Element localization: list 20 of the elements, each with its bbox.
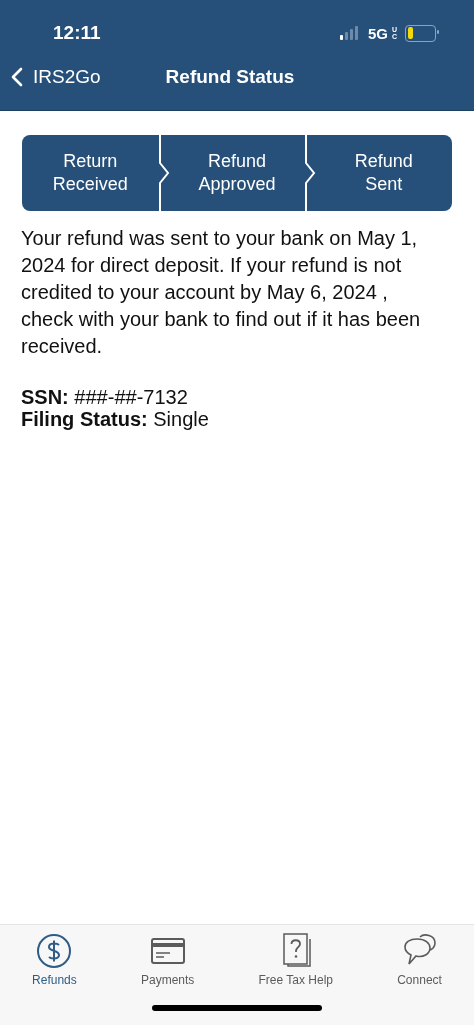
back-button[interactable]: IRS2Go (11, 66, 101, 88)
dollar-icon (36, 933, 73, 969)
tab-item[interactable]: Refunds (28, 933, 81, 987)
step-label: Refund Sent (354, 150, 413, 196)
screen-title: Refund Status (165, 66, 295, 88)
battery-icon (405, 24, 436, 42)
signal-icon (340, 26, 360, 40)
tab-item[interactable]: Connect (393, 933, 446, 987)
step-chevron-icon (157, 135, 170, 211)
step-label: Refund Approved (198, 150, 276, 196)
tab-item[interactable]: Payments (137, 933, 199, 987)
step-label: Return Received (52, 150, 128, 196)
chevron-left-icon (11, 67, 23, 87)
status-time: 12:11 (53, 22, 101, 44)
step-chevron-icon (304, 135, 317, 211)
detail-line: Filing Status: Single (21, 408, 210, 430)
tab-item[interactable]: Free Tax Help (254, 933, 337, 987)
detail-line: SSN: ###-##-7132 (21, 386, 189, 408)
network-label: 5G (368, 24, 388, 42)
status-message: Your refund was sent to your bank on May 1, 2024 for direct deposit. If your refund is not credited to your account by May 6, 2024 , check with your bank to find out if it has been received. (21, 226, 422, 359)
